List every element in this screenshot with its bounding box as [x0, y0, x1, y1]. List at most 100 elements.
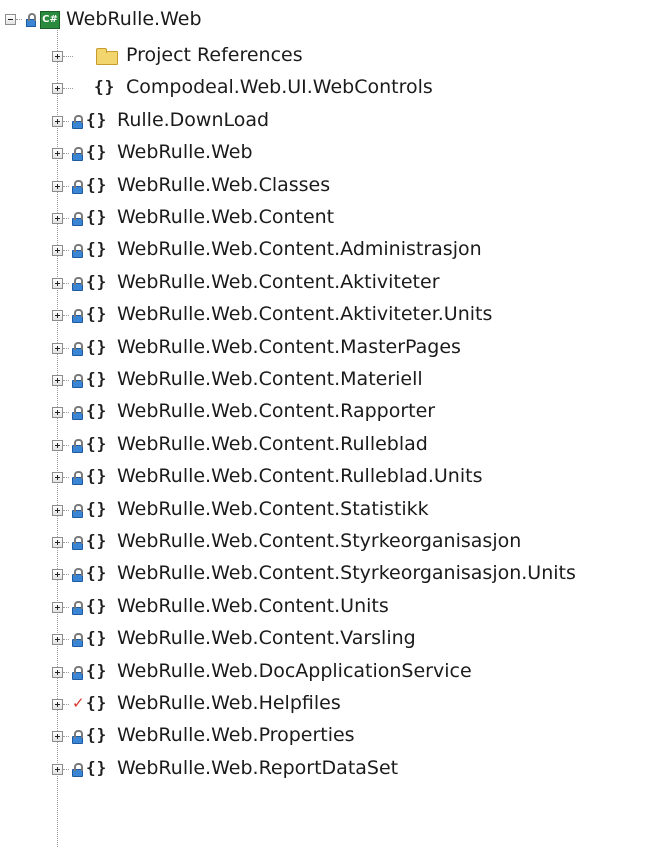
tree-item[interactable]: {} WebRulle.Web.Content.Statistikk — [0, 496, 647, 524]
lock-icon — [72, 406, 83, 420]
solution-explorer-tree: C# WebRulle.Web Project References {} Comp… — [0, 0, 647, 862]
project-name[interactable]: WebRulle.Web — [66, 8, 202, 30]
expand-toggle-icon[interactable] — [52, 83, 63, 94]
expand-toggle-icon[interactable] — [52, 51, 63, 62]
tree-item-label[interactable]: WebRulle.Web.Content — [117, 206, 334, 228]
lock-icon — [72, 471, 83, 485]
expand-toggle-icon[interactable] — [52, 278, 63, 289]
expand-toggle-icon[interactable] — [52, 116, 63, 127]
namespace-icon: {} — [86, 110, 108, 129]
tree-item[interactable]: {} WebRulle.Web.Content.Styrkeorganisasjo… — [0, 560, 647, 588]
tree-item-label[interactable]: WebRulle.Web.ReportDataSet — [117, 757, 398, 779]
expand-toggle-icon[interactable] — [52, 634, 63, 645]
lock-icon — [72, 633, 83, 647]
tree-item[interactable]: {} WebRulle.Web.Content.Materiell — [0, 366, 647, 394]
tree-item[interactable]: {} WebRulle.Web.Properties — [0, 722, 647, 750]
tree-connector — [63, 412, 69, 413]
tree-item-label[interactable]: WebRulle.Web.Content.Materiell — [117, 368, 423, 390]
collapse-toggle-icon[interactable] — [5, 14, 16, 25]
tree-item[interactable]: {} WebRulle.Web.Content.Aktiviteter — [0, 269, 647, 297]
tree-item[interactable]: {} WebRulle.Web.Content.Units — [0, 593, 647, 621]
tree-item-label[interactable]: WebRulle.Web.Content.Units — [117, 595, 389, 617]
tree-item-label[interactable]: WebRulle.Web.Content.Aktiviteter.Units — [117, 303, 492, 325]
expand-toggle-icon[interactable] — [52, 667, 63, 678]
tree-connector — [63, 542, 69, 543]
expand-toggle-icon[interactable] — [52, 569, 63, 580]
lock-icon — [72, 763, 83, 777]
tree-item-label[interactable]: Compodeal.Web.UI.WebControls — [126, 76, 433, 98]
tree-item-label[interactable]: Project References — [126, 44, 303, 66]
tree-item[interactable]: {} WebRulle.Web.Classes — [0, 172, 647, 200]
tree-item[interactable]: Project References — [0, 42, 647, 70]
tree-item-label[interactable]: WebRulle.Web.Content.Aktiviteter — [117, 271, 440, 293]
tree-item-label[interactable]: WebRulle.Web.Content.Styrkeorganisasjon — [117, 530, 521, 552]
tree-item[interactable]: {} WebRulle.Web.Content — [0, 204, 647, 232]
tree-item[interactable]: {} WebRulle.Web.Content.Rulleblad.Units — [0, 463, 647, 491]
namespace-icon: {} — [86, 499, 108, 518]
expand-toggle-icon[interactable] — [52, 310, 63, 321]
expand-toggle-icon[interactable] — [52, 602, 63, 613]
tree-item-label[interactable]: WebRulle.Web.Content.Styrkeorganisasjon.… — [117, 562, 576, 584]
lock-icon — [72, 601, 83, 615]
tree-root-project[interactable]: C# WebRulle.Web — [0, 6, 647, 34]
tree-item[interactable]: {} WebRulle.Web.Content.Rapporter — [0, 398, 647, 426]
tree-item[interactable]: {} WebRulle.Web.Content.Rulleblad — [0, 431, 647, 459]
tree-item-label[interactable]: WebRulle.Web.Content.Statistikk — [117, 498, 429, 520]
namespace-icon: {} — [86, 304, 108, 323]
tree-connector — [63, 607, 69, 608]
tree-item[interactable]: {} WebRulle.Web.Content.Varsling — [0, 625, 647, 653]
tree-item-label[interactable]: WebRulle.Web.Content.MasterPages — [117, 336, 461, 358]
expand-toggle-icon[interactable] — [52, 375, 63, 386]
tree-item[interactable]: ✓{} WebRulle.Web.Helpfiles — [0, 690, 647, 718]
tree-item[interactable]: {} Compodeal.Web.UI.WebControls — [0, 74, 647, 102]
tree-item[interactable]: {} WebRulle.Web.Content.Aktiviteter.Units — [0, 301, 647, 329]
tree-item-label[interactable]: WebRulle.Web.DocApplicationService — [117, 660, 472, 682]
lock-icon — [72, 147, 83, 161]
tree-connector — [63, 510, 69, 511]
expand-toggle-icon[interactable] — [52, 537, 63, 548]
tree-item-label[interactable]: WebRulle.Web.Content.Rapporter — [117, 400, 435, 422]
tree-connector — [63, 121, 69, 122]
expand-toggle-icon[interactable] — [52, 343, 63, 354]
tree-item[interactable]: {} WebRulle.Web.Content.Styrkeorganisasjo… — [0, 528, 647, 556]
expand-toggle-icon[interactable] — [52, 472, 63, 483]
tree-item-label[interactable]: WebRulle.Web.Content.Rulleblad — [117, 433, 428, 455]
expand-toggle-icon[interactable] — [52, 505, 63, 516]
expand-toggle-icon[interactable] — [52, 245, 63, 256]
tree-item-label[interactable]: WebRulle.Web.Helpfiles — [117, 692, 341, 714]
expand-toggle-icon[interactable] — [52, 731, 63, 742]
namespace-icon: {} — [86, 434, 108, 453]
lock-icon — [72, 342, 83, 356]
expand-toggle-icon[interactable] — [52, 407, 63, 418]
namespace-icon: {} — [86, 628, 108, 647]
expand-toggle-icon[interactable] — [52, 764, 63, 775]
tree-item[interactable]: {} WebRulle.Web.ReportDataSet — [0, 755, 647, 783]
tree-item[interactable]: {} WebRulle.Web — [0, 139, 647, 167]
tree-item-label[interactable]: WebRulle.Web.Classes — [117, 174, 330, 196]
lock-icon — [72, 730, 83, 744]
tree-item-label[interactable]: Rulle.DownLoad — [117, 109, 269, 131]
namespace-icon: {} — [86, 466, 108, 485]
tree-item[interactable]: {} WebRulle.Web.Content.Administrasjon — [0, 236, 647, 264]
tree-connector — [63, 348, 69, 349]
tree-item[interactable]: {} WebRulle.Web.DocApplicationService — [0, 658, 647, 686]
expand-toggle-icon[interactable] — [52, 148, 63, 159]
tree-item-label[interactable]: WebRulle.Web.Content.Administrasjon — [117, 238, 482, 260]
tree-connector — [63, 250, 69, 251]
namespace-icon: {} — [86, 175, 108, 194]
tree-item-label[interactable]: WebRulle.Web.Content.Rulleblad.Units — [117, 465, 482, 487]
tree-connector — [63, 445, 69, 446]
expand-toggle-icon[interactable] — [52, 181, 63, 192]
tree-item[interactable]: {} Rulle.DownLoad — [0, 107, 647, 135]
tree-item[interactable]: {} WebRulle.Web.Content.MasterPages — [0, 334, 647, 362]
expand-toggle-icon[interactable] — [52, 440, 63, 451]
tree-connector — [63, 380, 69, 381]
tree-item-label[interactable]: WebRulle.Web.Properties — [117, 724, 355, 746]
expand-toggle-icon[interactable] — [52, 213, 63, 224]
tree-item-label[interactable]: WebRulle.Web — [117, 141, 253, 163]
expand-toggle-icon[interactable] — [52, 699, 63, 710]
tree-connector — [63, 56, 73, 57]
namespace-icon: {} — [86, 207, 108, 226]
tree-item-label[interactable]: WebRulle.Web.Content.Varsling — [117, 627, 416, 649]
tree-connector — [63, 218, 69, 219]
